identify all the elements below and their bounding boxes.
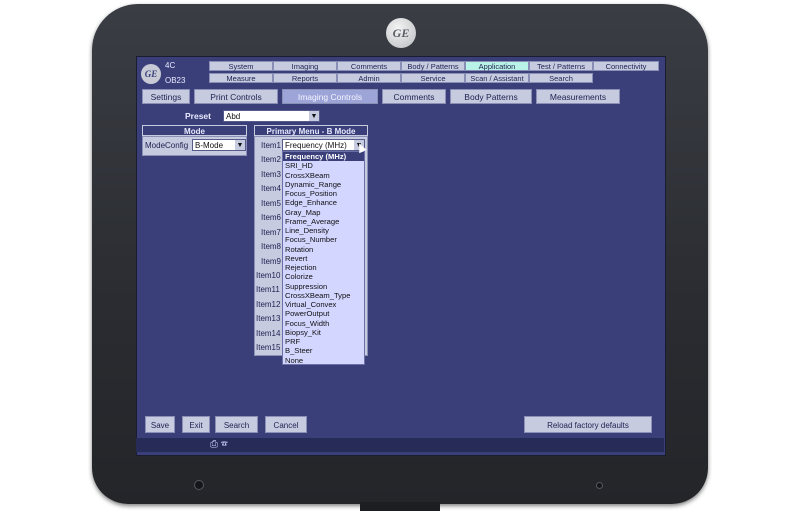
item-label: Item10: [256, 271, 281, 280]
subtab-print-controls[interactable]: Print Controls: [194, 89, 278, 104]
item-label: Item13: [256, 314, 281, 323]
item-label: Item11: [256, 285, 280, 294]
subtab-imaging-controls[interactable]: Imaging Controls: [282, 89, 378, 104]
ge-logo: GE: [386, 18, 416, 48]
tab-connectivity[interactable]: Connectivity: [593, 61, 659, 71]
ge-small-logo-icon: GE: [141, 64, 161, 84]
monitor-stand: [360, 502, 440, 511]
tab-service[interactable]: Service: [401, 73, 465, 83]
preset-value: Abd: [226, 112, 241, 121]
search-button[interactable]: Search: [215, 416, 258, 433]
dropdown-option[interactable]: None: [283, 356, 364, 365]
cancel-button[interactable]: Cancel: [265, 416, 307, 433]
dropdown-option[interactable]: CrossXBeam_Type: [283, 291, 364, 300]
item1-dropdown-list: Frequency (MHz) SRI_HD CrossXBeam Dynami…: [282, 151, 365, 365]
dropdown-option[interactable]: Focus_Number: [283, 235, 364, 244]
chevron-down-icon[interactable]: ▼: [235, 140, 245, 150]
exit-button[interactable]: Exit: [182, 416, 210, 433]
dropdown-option[interactable]: Edge_Enhance: [283, 198, 364, 207]
subtab-measurements[interactable]: Measurements: [536, 89, 620, 104]
dropdown-option-selected[interactable]: Frequency (MHz): [283, 152, 364, 162]
dropdown-option[interactable]: Focus_Position: [283, 189, 364, 198]
dropdown-option[interactable]: Biopsy_Kit: [283, 328, 364, 337]
subtab-settings[interactable]: Settings: [142, 89, 190, 104]
dropdown-option[interactable]: SRI_HD: [283, 161, 364, 170]
tab-test-patterns[interactable]: Test / Patterns: [529, 61, 593, 71]
preset-label: Preset: [185, 111, 211, 121]
dropdown-option[interactable]: Focus_Width: [283, 319, 364, 328]
item-label: Item8: [261, 242, 282, 251]
tab-body-patterns[interactable]: Body / Patterns: [401, 61, 465, 71]
item-label: Item12: [256, 300, 281, 309]
item-label: Item6: [261, 213, 282, 222]
probe-name: 4C: [165, 61, 176, 70]
status-icons: ⎙ ☎: [210, 439, 228, 450]
dropdown-option[interactable]: Colorize: [283, 272, 364, 281]
tab-system[interactable]: System: [209, 61, 273, 71]
primary-menu-title: Primary Menu - B Mode: [254, 125, 368, 136]
tab-comments[interactable]: Comments: [337, 61, 401, 71]
tab-admin[interactable]: Admin: [337, 73, 401, 83]
subtab-comments[interactable]: Comments: [382, 89, 446, 104]
item1-value: Frequency (MHz): [285, 141, 347, 150]
tab-measure[interactable]: Measure: [209, 73, 273, 83]
item-label: Item3: [261, 170, 282, 179]
dropdown-option[interactable]: B_Steer: [283, 346, 364, 355]
item-label: Item7: [261, 228, 282, 237]
item-label: Item9: [261, 257, 282, 266]
dropdown-option[interactable]: PowerOutput: [283, 309, 364, 318]
dropdown-option[interactable]: CrossXBeam: [283, 171, 364, 180]
dropdown-option[interactable]: Frame_Average: [283, 217, 364, 226]
ultrasound-screen: GE 4C OB23 System Imaging Comments Body …: [136, 56, 666, 456]
dropdown-option[interactable]: Rejection: [283, 263, 364, 272]
reload-factory-defaults-button[interactable]: Reload factory defaults: [524, 416, 652, 433]
item-label: Item1: [261, 141, 282, 150]
item-label: Item14: [256, 329, 281, 338]
mode-config-label: ModeConfig: [145, 141, 189, 150]
dropdown-option[interactable]: Line_Density: [283, 226, 364, 235]
exam-name: OB23: [165, 76, 186, 85]
item-label: Item4: [261, 184, 282, 193]
mode-config-select[interactable]: B-Mode ▼: [192, 139, 246, 151]
tab-reports[interactable]: Reports: [273, 73, 337, 83]
probe-info: GE 4C OB23: [141, 60, 203, 90]
tab-scan-assistant[interactable]: Scan / Assistant: [465, 73, 529, 83]
preset-select[interactable]: Abd ▼: [223, 110, 320, 122]
save-button[interactable]: Save: [145, 416, 175, 433]
hardware-power-button[interactable]: [194, 480, 204, 490]
tab-search[interactable]: Search: [529, 73, 593, 83]
dropdown-option[interactable]: Dynamic_Range: [283, 180, 364, 189]
mode-config-value: B-Mode: [195, 141, 224, 150]
tab-application[interactable]: Application: [465, 61, 529, 71]
item-label: Item15: [256, 343, 281, 352]
tab-imaging[interactable]: Imaging: [273, 61, 337, 71]
dropdown-option[interactable]: Suppression: [283, 282, 364, 291]
hardware-indicator-light: [596, 482, 603, 489]
item-label: Item5: [261, 199, 282, 208]
item-label: Item2: [261, 155, 282, 164]
item1-select[interactable]: Frequency (MHz) ▼: [282, 139, 365, 151]
subtab-body-patterns[interactable]: Body Patterns: [450, 89, 532, 104]
dropdown-option[interactable]: Gray_Map: [283, 208, 364, 217]
dropdown-option[interactable]: Virtual_Convex: [283, 300, 364, 309]
mode-panel-title: Mode: [142, 125, 247, 136]
status-bar: ⎙ ☎: [136, 438, 664, 452]
dropdown-option[interactable]: PRF: [283, 337, 364, 346]
chevron-down-icon[interactable]: ▼: [309, 111, 319, 121]
dropdown-option[interactable]: Rotation: [283, 245, 364, 254]
dropdown-option[interactable]: Revert: [283, 254, 364, 263]
